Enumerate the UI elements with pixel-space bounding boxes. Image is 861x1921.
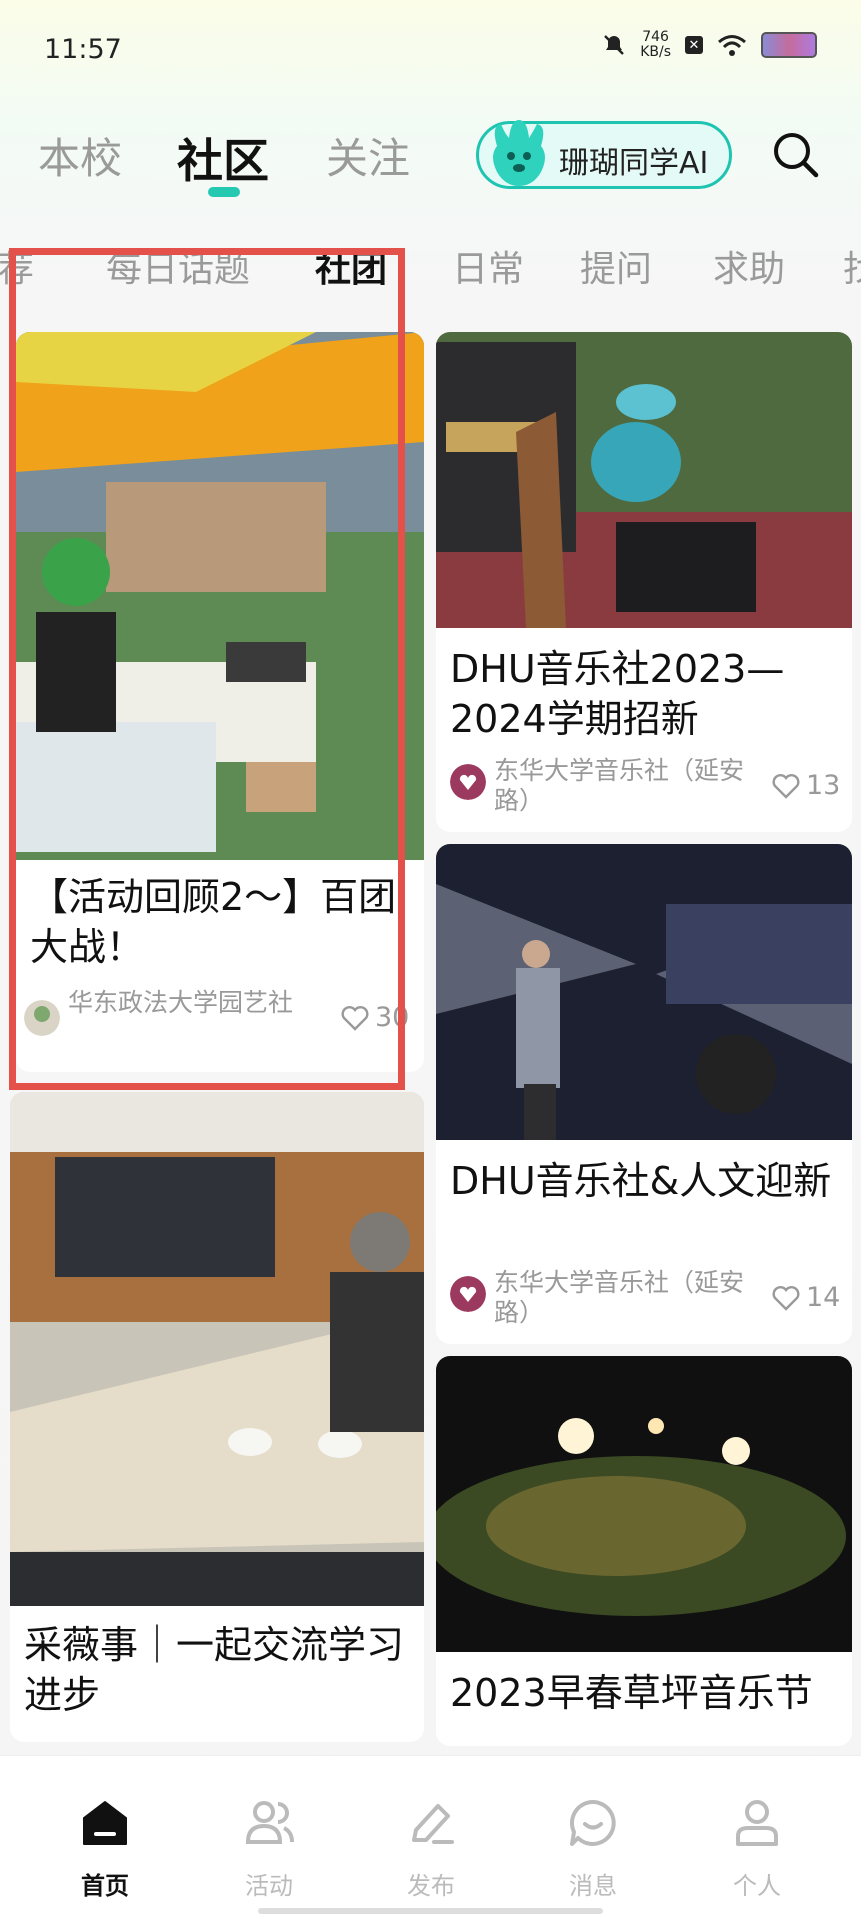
ai-assistant-button[interactable]: 珊瑚同学AI <box>476 120 732 189</box>
subtab-help[interactable]: 求助 <box>713 240 785 292</box>
subtab-ask[interactable]: 提问 <box>580 240 652 292</box>
author-avatar <box>450 1276 486 1312</box>
battery-icon <box>761 32 817 58</box>
tab-follow[interactable]: 关注 <box>326 125 410 186</box>
post-author: 华东政法大学园艺社 <box>68 988 294 1017</box>
subtab-daily-topic[interactable]: 每日话题 <box>106 240 250 292</box>
subtab-clubs[interactable]: 社团 <box>315 240 387 292</box>
subtab-more[interactable]: 找 <box>843 240 861 292</box>
nav-messages-label: 消息 <box>569 1872 617 1900</box>
tab-school[interactable]: 本校 <box>38 125 122 186</box>
like-count[interactable]: 30 <box>341 1002 409 1033</box>
post-card[interactable]: DHU音乐社&人文迎新 东华大学音乐社（延安路） 14 <box>436 844 852 1344</box>
post-title: DHU音乐社2023—2024学期招新 <box>450 647 785 741</box>
post-image <box>436 332 852 628</box>
post-title: 【活动回顾2～】百团大战！ <box>30 875 397 969</box>
active-tab-indicator <box>208 187 240 197</box>
status-time: 11:57 <box>44 34 122 65</box>
user-icon <box>736 1800 778 1846</box>
nav-activity[interactable]: 活动 <box>214 1796 324 1901</box>
nav-post[interactable]: 发布 <box>376 1796 486 1901</box>
sub-tabs: 推荐 每日话题 社团 日常 提问 求助 找 <box>0 230 861 300</box>
coral-mascot-icon <box>493 120 545 186</box>
pencil-icon <box>412 1804 454 1844</box>
post-image <box>16 332 424 860</box>
post-title: DHU音乐社&人文迎新 <box>450 1159 832 1203</box>
post-title: 采薇事｜一起交流学习进步 <box>24 1623 405 1717</box>
nav-profile-label: 个人 <box>733 1872 781 1900</box>
post-author: 东华大学音乐社（延安路） <box>494 1268 745 1327</box>
home-indicator[interactable] <box>258 1908 603 1914</box>
nav-profile[interactable]: 个人 <box>702 1796 812 1901</box>
like-count[interactable]: 13 <box>772 770 840 801</box>
nav-home[interactable]: 首页 <box>50 1796 160 1901</box>
nav-post-label: 发布 <box>407 1872 455 1900</box>
post-card[interactable]: DHU音乐社2023—2024学期招新 东华大学音乐社（延安路） 13 <box>436 332 852 832</box>
post-author: 东华大学音乐社（延安路） <box>494 756 745 815</box>
nav-activity-label: 活动 <box>245 1872 293 1900</box>
status-bar: 11:57 746 KB/s ✕ <box>0 0 861 100</box>
like-count[interactable]: 14 <box>772 1282 840 1313</box>
notification-x-icon: ✕ <box>685 36 703 54</box>
subtab-daily[interactable]: 日常 <box>452 240 524 292</box>
nav-home-label: 首页 <box>81 1872 129 1900</box>
post-card[interactable]: 【活动回顾2～】百团大战！ 华东政法大学园艺社 30 <box>16 332 424 1072</box>
mute-icon <box>604 35 625 55</box>
ai-button-label: 珊瑚同学AI <box>559 146 709 181</box>
post-card[interactable]: 采薇事｜一起交流学习进步 <box>10 1092 424 1742</box>
author-avatar <box>450 764 486 800</box>
post-image <box>436 844 852 1140</box>
home-icon <box>83 1801 127 1845</box>
post-card[interactable]: 2023早春草坪音乐节 <box>436 1356 852 1746</box>
author-avatar <box>24 1000 60 1036</box>
post-image <box>436 1356 852 1652</box>
post-title: 2023早春草坪音乐节 <box>450 1671 813 1715</box>
bottom-nav: 首页 活动 发布 消息 个人 <box>0 1755 861 1921</box>
search-icon[interactable] <box>770 129 820 179</box>
top-nav: 本校 社区 关注 珊瑚同学AI <box>0 115 861 205</box>
net-speed: 746 KB/s <box>640 29 671 60</box>
people-icon <box>245 1801 294 1844</box>
nav-messages[interactable]: 消息 <box>538 1796 648 1901</box>
heart-icon <box>341 1005 369 1031</box>
status-icons: 746 KB/s ✕ <box>602 30 817 60</box>
heart-icon <box>772 773 800 799</box>
message-icon <box>570 1799 616 1846</box>
subtab-recommend[interactable]: 推荐 <box>0 240 34 292</box>
heart-icon <box>772 1285 800 1311</box>
wifi-icon <box>718 35 746 56</box>
post-image <box>10 1092 424 1606</box>
tab-community[interactable]: 社区 <box>177 125 269 191</box>
